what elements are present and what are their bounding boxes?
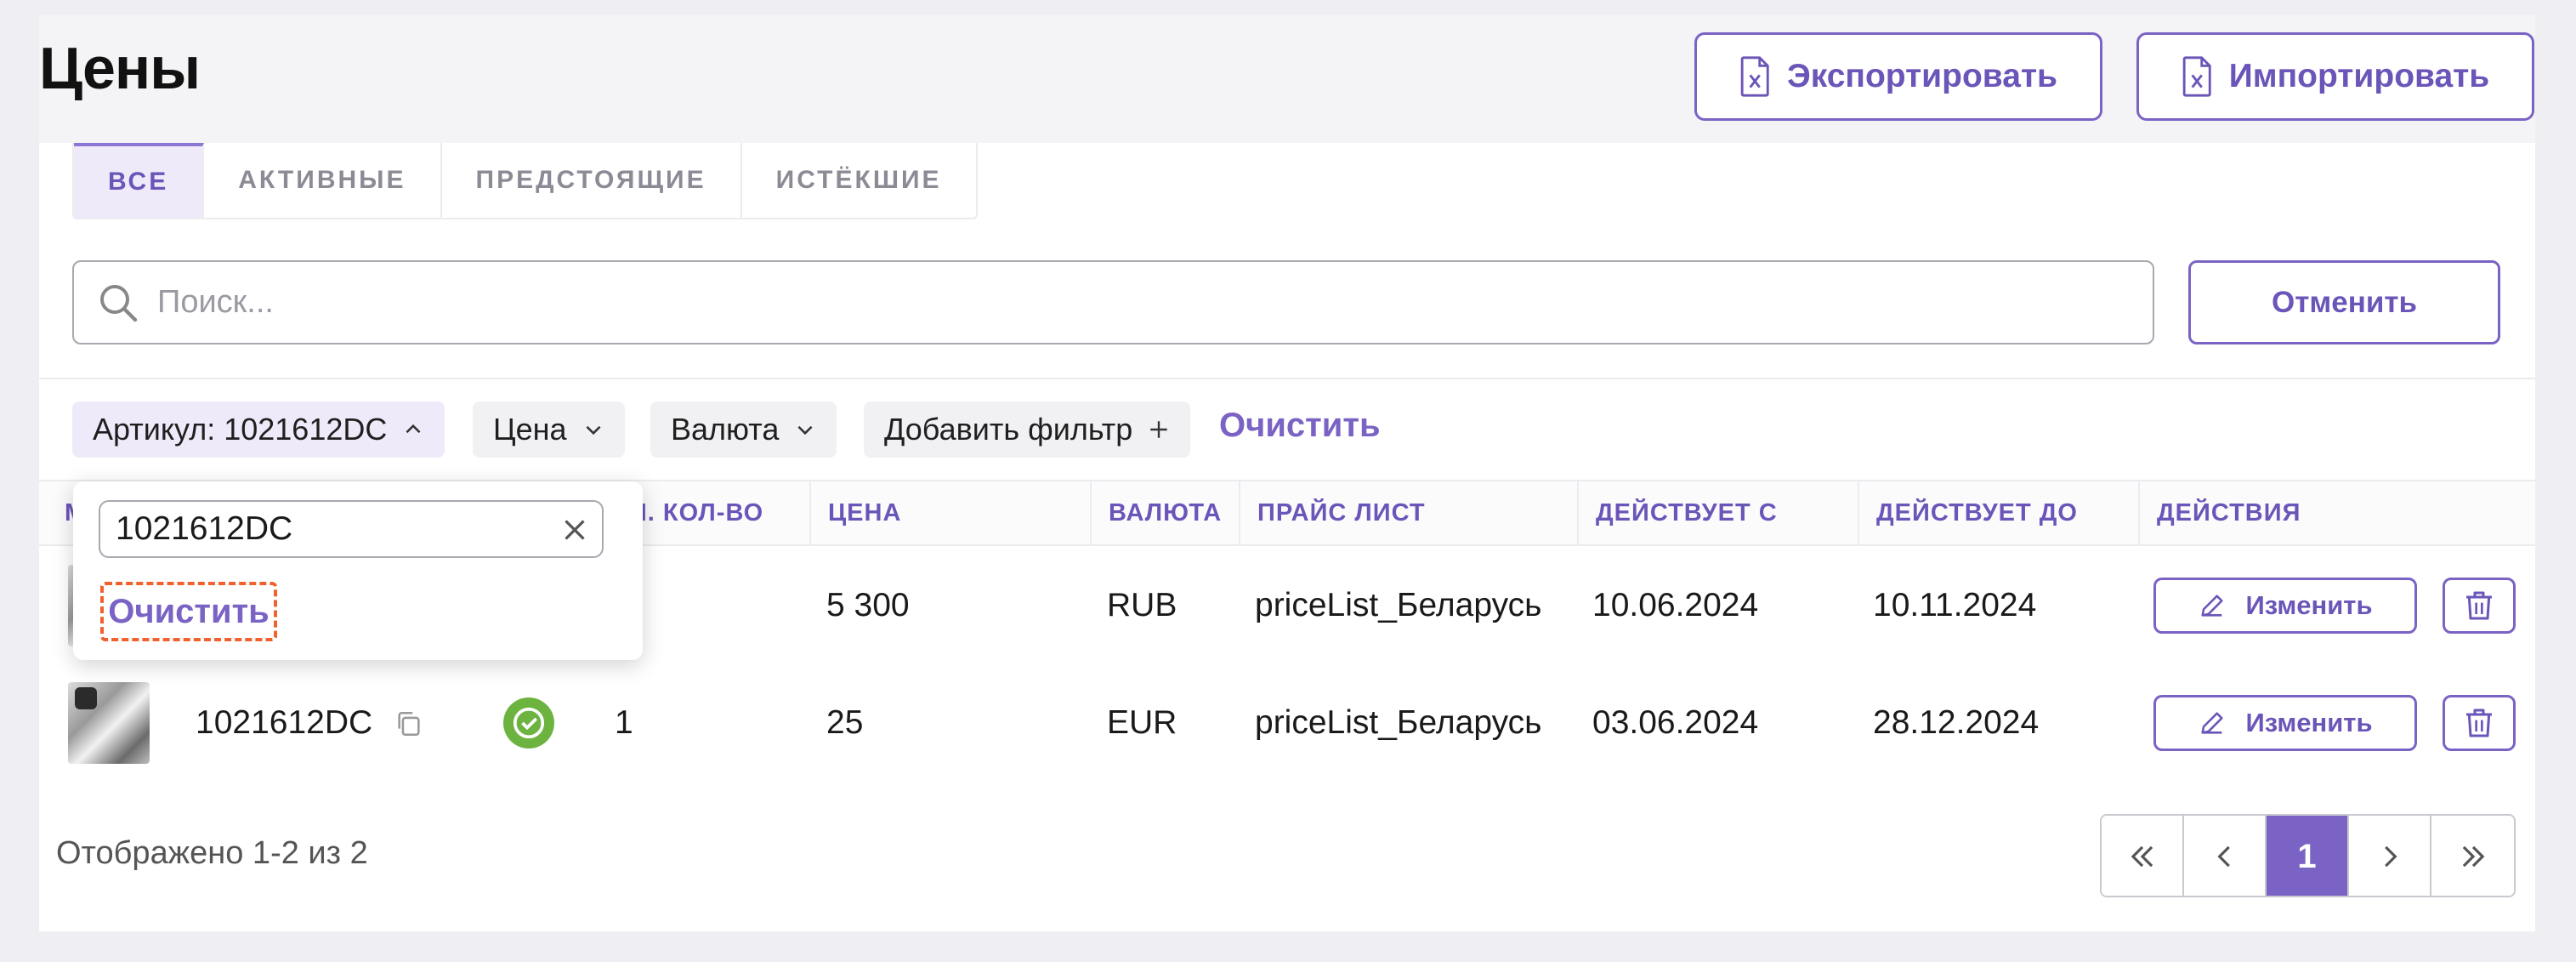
product-thumbnail [68, 682, 150, 764]
status-active-icon [503, 697, 554, 749]
pagination: 1 [2100, 814, 2516, 897]
min-qty-cell: 1 [615, 704, 633, 741]
chevron-up-icon [406, 424, 421, 434]
edit-button-label: Изменить [2245, 708, 2373, 737]
copy-icon[interactable] [394, 709, 423, 738]
excel-file-icon [1740, 56, 1769, 97]
import-button[interactable]: Импортировать [2136, 32, 2534, 121]
filter-chip-label: Артикул: 1021612DC [93, 412, 388, 447]
delete-button[interactable] [2443, 695, 2516, 751]
filter-chip-currency[interactable]: Валюта [650, 401, 837, 458]
valid-to-cell: 10.11.2024 [1873, 587, 2037, 623]
filter-chip-label: Валюта [671, 412, 780, 447]
cancel-button[interactable]: Отменить [2188, 260, 2500, 344]
filter-chip-sku[interactable]: Артикул: 1021612DC [72, 401, 445, 458]
sku-cell: 1021612DC [196, 704, 373, 741]
tab-upcoming[interactable]: ПРЕДСТОЯЩИЕ [442, 143, 742, 218]
column-header[interactable]: ДЕЙСТВУЕТ С [1577, 481, 1858, 544]
chevron-right-icon [2384, 845, 2397, 868]
sku-filter-popup: Очистить [73, 481, 643, 660]
plus-icon [1150, 421, 1168, 438]
add-filter-button[interactable]: Добавить фильтр [864, 401, 1191, 458]
chevron-left-icon [2216, 845, 2230, 868]
pencil-icon [2201, 712, 2224, 734]
column-header[interactable]: ДЕЙСТВУЕТ ДО [1858, 481, 2138, 544]
pagination-summary: Отображено 1-2 из 2 [56, 835, 368, 871]
double-chevron-right-icon [2462, 845, 2484, 868]
first-page-button[interactable] [2102, 816, 2184, 896]
search-box [72, 260, 2154, 344]
delete-button[interactable] [2443, 578, 2516, 634]
last-page-button[interactable] [2431, 816, 2514, 896]
search-input[interactable] [157, 284, 2028, 321]
valid-to-cell: 28.12.2024 [1873, 704, 2040, 741]
trash-icon [2466, 591, 2492, 620]
edit-button-label: Изменить [2245, 590, 2373, 620]
tab-active[interactable]: АКТИВНЫЕ [204, 143, 442, 218]
price-list-cell: priceList_Беларусь [1255, 704, 1542, 741]
column-header[interactable]: ДЕЙСТВИЯ [2138, 481, 2535, 544]
filter-chip-price[interactable]: Цена [473, 401, 625, 458]
close-icon[interactable] [559, 515, 590, 545]
column-header[interactable]: ВАЛЮТА [1090, 481, 1239, 544]
filter-chip-label: Добавить фильтр [884, 412, 1133, 447]
sku-filter-input[interactable] [116, 510, 541, 548]
edit-button[interactable]: Изменить [2153, 578, 2417, 634]
double-chevron-left-icon [2131, 845, 2153, 868]
valid-from-cell: 03.06.2024 [1592, 704, 1759, 741]
status-tabs: ВСЕ АКТИВНЫЕ ПРЕДСТОЯЩИЕ ИСТЁКШИЕ [72, 143, 978, 219]
currency-cell: EUR [1107, 704, 1177, 741]
sku-filter-field [99, 500, 604, 558]
edit-button[interactable]: Изменить [2153, 695, 2417, 751]
tab-expired[interactable]: ИСТЁКШИЕ [742, 143, 976, 218]
column-header[interactable]: ПРАЙС ЛИСТ [1239, 481, 1577, 544]
clear-filters-link[interactable]: Очистить [1219, 407, 1381, 445]
export-button-label: Экспортировать [1786, 58, 2058, 94]
popup-clear-button[interactable]: Очистить [100, 582, 277, 641]
next-page-button[interactable] [2349, 816, 2431, 896]
price-cell: 25 [826, 704, 864, 741]
valid-from-cell: 10.06.2024 [1592, 587, 1759, 623]
page-button[interactable]: 1 [2267, 816, 2349, 896]
chevron-down-icon [797, 425, 813, 435]
pencil-icon [2201, 595, 2224, 617]
chevron-down-icon [586, 425, 601, 435]
search-icon [100, 284, 138, 322]
page-title: Цены [39, 35, 201, 101]
trash-icon [2466, 709, 2492, 737]
currency-cell: RUB [1107, 587, 1177, 623]
filter-chip-label: Цена [493, 412, 567, 447]
import-button-label: Импортировать [2228, 58, 2490, 94]
column-header[interactable]: ЦЕНА [809, 481, 1090, 544]
tab-all[interactable]: ВСЕ [74, 143, 205, 218]
price-list-cell: priceList_Беларусь [1255, 587, 1542, 623]
divider [39, 378, 2535, 379]
export-button[interactable]: Экспортировать [1694, 32, 2102, 121]
excel-file-icon [2182, 56, 2211, 97]
price-cell: 5 300 [826, 587, 910, 623]
prev-page-button[interactable] [2184, 816, 2267, 896]
